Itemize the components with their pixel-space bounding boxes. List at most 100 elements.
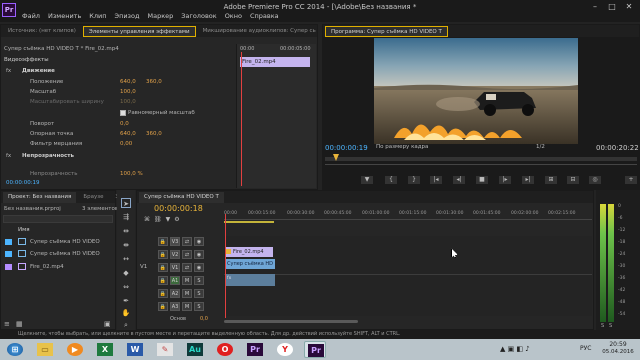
menu-window[interactable]: Окно xyxy=(225,12,242,20)
minimize-button[interactable]: – xyxy=(586,2,604,12)
pen-tool-icon[interactable]: ✒ xyxy=(121,296,131,306)
program-video-frame[interactable] xyxy=(374,38,578,144)
track-a1-label[interactable]: A1 xyxy=(170,276,180,285)
razor-tool-icon[interactable]: ◆ xyxy=(121,268,131,278)
timeline-horizontal-scrollbar[interactable] xyxy=(224,320,358,323)
solo-icon[interactable]: S xyxy=(194,276,204,285)
maximize-button[interactable]: □ xyxy=(603,2,621,12)
solo-icon[interactable]: S xyxy=(194,302,204,311)
selection-tool-icon[interactable]: ➤ xyxy=(121,198,131,208)
menu-sequence[interactable]: Эпизод xyxy=(115,12,140,20)
menu-title[interactable]: Заголовок xyxy=(181,12,216,20)
export-frame-icon[interactable]: ◎ xyxy=(588,175,602,185)
eye-icon[interactable]: ◉ xyxy=(194,237,204,246)
stop-icon[interactable]: ■ xyxy=(475,175,489,185)
timeline-timecode[interactable]: 00:00:00:18 xyxy=(154,204,203,213)
solo-icon[interactable]: S xyxy=(194,289,204,298)
track-v1-label[interactable]: V1 xyxy=(170,263,180,272)
meter-solo-left[interactable]: S xyxy=(601,323,604,329)
rolling-edit-tool-icon[interactable]: ⇼ xyxy=(121,240,131,250)
sync-lock-icon[interactable]: ⇄ xyxy=(182,250,192,259)
tab-project[interactable]: Проект: Без названия xyxy=(3,191,77,203)
linked-selection-icon[interactable]: ⛓ xyxy=(154,216,166,223)
uniform-scale-checkbox[interactable] xyxy=(120,110,126,116)
column-name-header[interactable]: Имя xyxy=(18,227,30,233)
settings-wrench-icon[interactable]: ⚙ xyxy=(174,216,183,223)
clock-time[interactable]: 20:59 xyxy=(603,341,633,348)
add-marker-icon[interactable]: ▼ xyxy=(166,216,175,223)
menu-edit[interactable]: Изменить xyxy=(48,12,81,20)
track-v3-label[interactable]: V3 xyxy=(170,237,180,246)
snap-icon[interactable]: ⌘ xyxy=(144,216,154,223)
tab-sequence[interactable]: Супер съёмка HD VIDEO T xyxy=(139,191,224,203)
tab-source[interactable]: Источник: (нет клипов) xyxy=(3,26,81,37)
tab-media-browser[interactable]: Браузе xyxy=(78,192,108,203)
fx-clip-bar[interactable]: Fire_02.mp4 xyxy=(240,57,310,67)
mute-icon[interactable]: M xyxy=(182,276,192,285)
tab-effect-controls[interactable]: Элементы управления эффектами xyxy=(82,25,196,37)
clock-date[interactable]: 05.04.2016 xyxy=(601,349,635,355)
zoom-tool-icon[interactable]: ⌕ xyxy=(121,320,131,330)
position-y-value[interactable]: 360,0 xyxy=(146,79,162,85)
lock-icon[interactable]: 🔒 xyxy=(158,237,168,246)
rate-stretch-tool-icon[interactable]: ↔ xyxy=(121,254,131,264)
track-select-tool-icon[interactable]: ⇶ xyxy=(121,212,131,222)
taskbar-paint[interactable]: ✎ xyxy=(154,341,176,358)
close-button[interactable]: ✕ xyxy=(620,2,638,12)
start-button[interactable]: ⊞ xyxy=(4,341,26,358)
eye-icon[interactable]: ◉ xyxy=(194,263,204,272)
language-indicator[interactable]: РУС xyxy=(580,345,591,352)
taskbar-premiere-active[interactable]: Pr xyxy=(304,341,326,358)
opacity-effect-label[interactable]: Непрозрачность xyxy=(22,153,74,162)
lock-icon[interactable]: 🔒 xyxy=(158,289,168,298)
mute-icon[interactable]: M xyxy=(182,302,192,311)
fx-playhead[interactable] xyxy=(241,52,242,186)
eye-icon[interactable]: ◉ xyxy=(194,250,204,259)
project-item-3[interactable]: Fire_02.mp4 xyxy=(30,264,64,270)
resolution-dropdown[interactable]: 1/2 xyxy=(536,144,545,150)
clip-audio-a1[interactable]: fx xyxy=(225,274,275,286)
menu-help[interactable]: Справка xyxy=(250,12,279,20)
master-track-value[interactable]: 0,0 xyxy=(200,316,208,322)
anchor-y-value[interactable]: 360,0 xyxy=(146,131,162,137)
tab-audio-clip-mixer[interactable]: Микширование аудиоклипов: Супер сь xyxy=(198,26,321,37)
extract-icon[interactable]: ⊟ xyxy=(566,175,580,185)
taskbar-premiere-2[interactable]: Pr xyxy=(244,341,266,358)
track-v2-label[interactable]: V2 xyxy=(170,250,180,259)
project-item-2[interactable]: Супер съёмка HD VIDEO xyxy=(30,251,100,257)
taskbar-excel[interactable]: X xyxy=(94,341,116,358)
step-back-icon[interactable]: ◂| xyxy=(452,175,466,185)
source-v1-patch[interactable]: V1 xyxy=(140,264,147,270)
lock-icon[interactable]: 🔒 xyxy=(158,302,168,311)
effects-timecode[interactable]: 00:00:00:19 xyxy=(6,180,40,189)
list-view-icon[interactable]: ≡ xyxy=(4,320,14,328)
project-item-1[interactable]: Супер съёмка HD VIDEO xyxy=(30,239,100,245)
scale-value[interactable]: 100,0 xyxy=(120,89,136,95)
mark-in-icon[interactable]: { xyxy=(384,175,398,185)
sync-lock-icon[interactable]: ⇄ xyxy=(182,237,192,246)
icon-view-icon[interactable]: ▦ xyxy=(16,320,26,328)
track-a2-label[interactable]: A2 xyxy=(170,289,180,298)
go-to-out-icon[interactable]: ▸| xyxy=(521,175,535,185)
lift-icon[interactable]: ⊞ xyxy=(544,175,558,185)
opacity-value[interactable]: 100,0 % xyxy=(120,171,143,177)
marker-icon[interactable]: ▼ xyxy=(360,175,374,185)
timeline-playhead[interactable] xyxy=(225,214,226,318)
clip-fire-v2[interactable]: Fire_02.mp4 xyxy=(225,247,273,257)
ripple-edit-tool-icon[interactable]: ⇹ xyxy=(121,226,131,236)
position-x-value[interactable]: 640,0 xyxy=(120,79,136,85)
lock-icon[interactable]: 🔒 xyxy=(158,250,168,259)
go-to-in-icon[interactable]: |◂ xyxy=(429,175,443,185)
button-editor-icon[interactable]: + xyxy=(624,175,638,185)
taskbar-explorer[interactable]: ▭ xyxy=(34,341,56,358)
menu-file[interactable]: Файл xyxy=(22,12,40,20)
project-search-input[interactable] xyxy=(3,215,113,223)
program-scrub-bar[interactable] xyxy=(325,157,637,161)
lock-icon[interactable]: 🔒 xyxy=(158,276,168,285)
taskbar-media-player[interactable]: ▶ xyxy=(64,341,86,358)
menu-marker[interactable]: Маркер xyxy=(147,12,173,20)
taskbar-word[interactable]: W xyxy=(124,341,146,358)
tray-icons[interactable]: ▲ ▣ ◧ ♪ xyxy=(500,345,530,353)
track-a3-label[interactable]: A3 xyxy=(170,302,180,311)
work-area-bar[interactable] xyxy=(224,221,274,223)
